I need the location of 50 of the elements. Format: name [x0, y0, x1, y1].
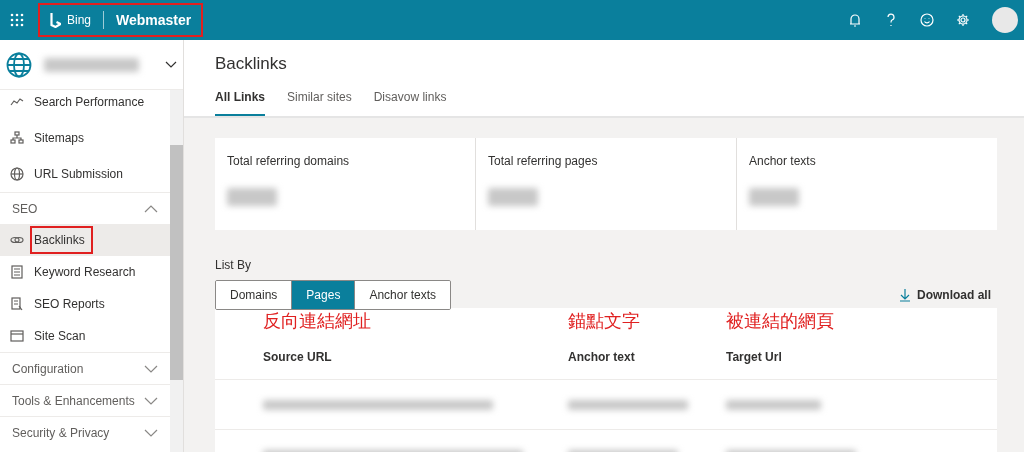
report-icon: [10, 297, 24, 311]
window-icon: [10, 329, 24, 343]
app-launcher-icon[interactable]: [10, 13, 24, 27]
sidebar-item[interactable]: SEO Reports: [0, 288, 170, 320]
sitemap-icon: [10, 131, 24, 145]
stat-label: Total referring pages: [488, 153, 599, 171]
page-title: Backlinks: [215, 54, 288, 75]
bell-icon[interactable]: [848, 13, 862, 27]
logo-icon: [50, 12, 61, 28]
settings-icon[interactable]: [956, 13, 970, 27]
annotation: 反向連結網址: [263, 310, 372, 334]
column-header: Anchor text: [568, 348, 636, 366]
download-icon: [899, 288, 911, 303]
brand-name: Bing: [67, 12, 92, 29]
globe-icon: [10, 167, 24, 181]
tab[interactable]: Similar sites: [287, 88, 352, 117]
blurred-value: [227, 188, 277, 207]
help-icon[interactable]: [884, 13, 898, 27]
chevron-down-icon: [144, 364, 158, 373]
column-header: Source URL: [263, 348, 333, 366]
sidebar-item[interactable]: Keyword Research: [0, 256, 170, 288]
segment-option[interactable]: Anchor texts: [355, 281, 451, 310]
smiley-icon[interactable]: [920, 13, 934, 27]
annotation: 被連結的網頁: [726, 310, 835, 334]
avatar[interactable]: [992, 7, 1018, 33]
blurred-value: [749, 188, 799, 207]
stat-label: Total referring domains: [227, 153, 351, 171]
segment-option[interactable]: Domains: [216, 281, 293, 310]
download-button[interactable]: Download all: [893, 285, 997, 306]
chevron-down-icon: [144, 428, 158, 437]
segment-option[interactable]: Pages: [292, 281, 356, 310]
list-by-label: List By: [215, 257, 252, 275]
chevron-up-icon: [144, 204, 158, 213]
scrollbar[interactable]: [170, 90, 183, 452]
sidebar-item[interactable]: Site Scan: [0, 320, 170, 352]
annotation: 錨點文字: [568, 310, 641, 334]
chevron-down-icon[interactable]: [165, 60, 177, 69]
chevron-down-icon: [144, 396, 158, 405]
sidebar-item[interactable]: Backlinks: [0, 224, 170, 256]
sidebar-item[interactable]: URL Submission: [0, 156, 170, 192]
globe-icon: [6, 51, 32, 78]
column-header: Target Url: [726, 348, 783, 366]
stat-label: Anchor texts: [749, 153, 817, 171]
sidebar-item[interactable]: Search Performance: [0, 84, 170, 120]
tab[interactable]: Disavow links: [373, 88, 447, 117]
document-icon: [10, 265, 24, 279]
product-name: Webmaster: [116, 10, 192, 30]
blurred-value: [488, 188, 538, 207]
sidebar-item[interactable]: Sitemaps: [0, 120, 170, 156]
tab[interactable]: All Links: [215, 88, 265, 117]
